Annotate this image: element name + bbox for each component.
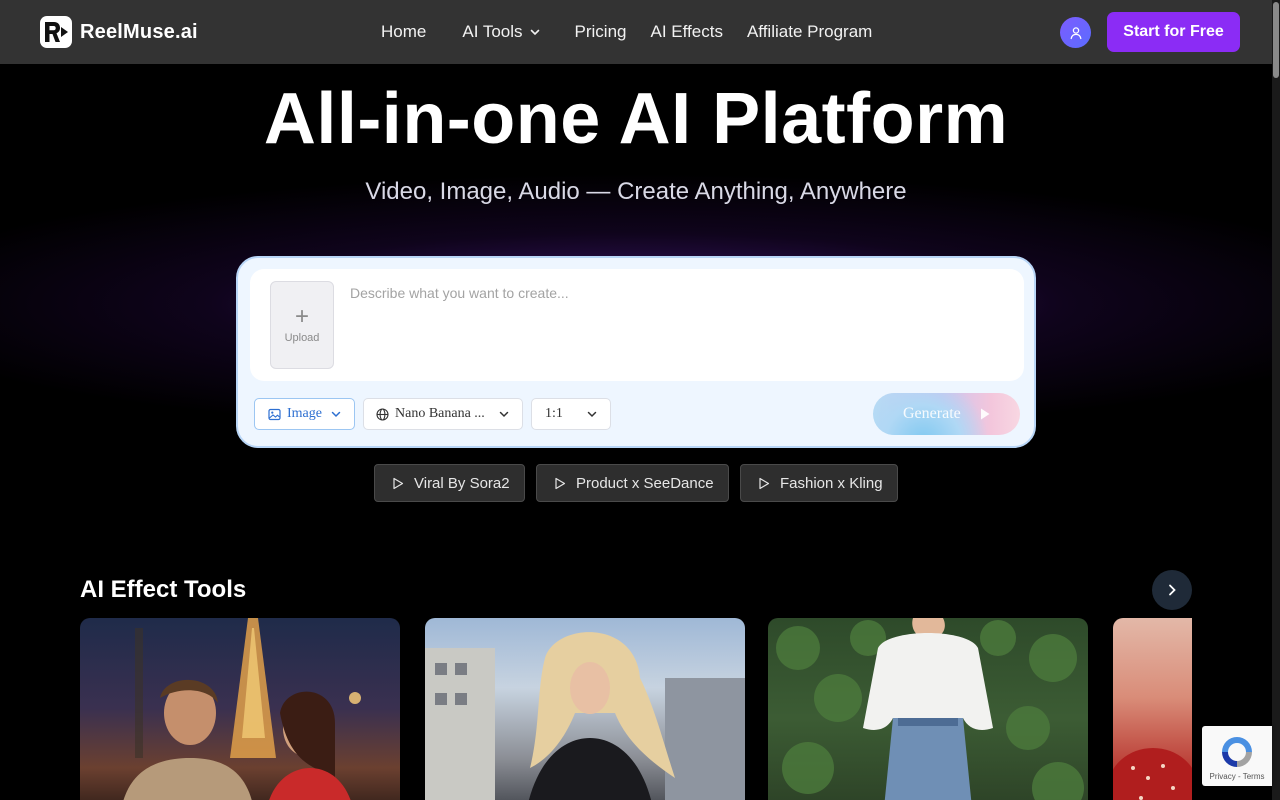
recaptcha-icon: [1222, 737, 1252, 767]
hero-section: All-in-one AI Platform Video, Image, Aud…: [0, 64, 1272, 554]
chevron-right-icon: [1169, 584, 1176, 596]
recaptcha-badge[interactable]: Privacy - Terms: [1202, 726, 1272, 786]
nav-home[interactable]: Home: [381, 22, 426, 42]
nav-affiliate-program[interactable]: Affiliate Program: [747, 22, 872, 42]
prompt-card: + Upload Image Nano Banana ... 1:1 Gener…: [236, 256, 1036, 448]
generate-label: Generate: [903, 405, 961, 422]
nav-ai-tools[interactable]: AI Tools: [462, 22, 540, 42]
play-outline-icon: [555, 477, 566, 489]
aspect-ratio-value: 1:1: [545, 406, 563, 421]
image-icon: [268, 408, 281, 420]
start-for-free-button[interactable]: Start for Free: [1107, 12, 1240, 52]
generate-button[interactable]: Generate: [873, 393, 1020, 435]
chip-label: Fashion x Kling: [780, 474, 883, 492]
effect-card-couple-paris[interactable]: [80, 618, 400, 800]
play-outline-icon: [759, 477, 770, 489]
nav-links: Home AI Tools Pricing AI Effects Affilia…: [381, 0, 872, 64]
effect-card-image: [123, 618, 361, 800]
chevron-down-icon: [499, 411, 509, 418]
media-type-value: Image: [287, 406, 322, 421]
globe-icon: [376, 407, 389, 421]
example-chip-seedance[interactable]: Product x SeeDance: [536, 464, 729, 502]
plus-icon: +: [294, 303, 309, 330]
prompt-input[interactable]: [350, 285, 1010, 365]
effect-card-image: [776, 618, 1084, 800]
scrollbar-thumb[interactable]: [1273, 2, 1279, 78]
play-outline-icon: [393, 477, 404, 489]
model-value: Nano Banana ...: [395, 406, 485, 421]
example-chip-kling[interactable]: Fashion x Kling: [740, 464, 898, 502]
model-select[interactable]: Nano Banana ...: [363, 398, 523, 430]
media-type-select[interactable]: Image: [254, 398, 355, 430]
effect-card-partial[interactable]: [1113, 618, 1192, 800]
chevron-down-icon: [331, 411, 341, 418]
chip-label: Viral By Sora2: [414, 474, 510, 492]
example-chip-sora2[interactable]: Viral By Sora2: [374, 464, 525, 502]
nav-ai-effects[interactable]: AI Effects: [651, 22, 723, 42]
nav-pricing[interactable]: Pricing: [575, 22, 627, 42]
upload-label: Upload: [284, 332, 320, 344]
effects-carousel: [80, 618, 1192, 800]
prompt-box: + Upload: [250, 269, 1024, 381]
logo-icon: [40, 16, 72, 48]
aspect-ratio-select[interactable]: 1:1: [531, 398, 611, 430]
effect-card-fashion-outfit[interactable]: [768, 618, 1088, 800]
chip-label: Product x SeeDance: [576, 474, 714, 492]
upload-button[interactable]: + Upload: [270, 281, 334, 369]
play-icon: [981, 408, 990, 420]
effects-section-title: AI Effect Tools: [80, 576, 247, 603]
effect-card-windblown-portrait[interactable]: [425, 618, 745, 800]
brand-logo[interactable]: ReelMuse.ai: [40, 16, 198, 48]
top-navbar: ReelMuse.ai Home AI Tools Pricing AI Eff…: [0, 0, 1272, 64]
effect-card-image: [1113, 748, 1192, 800]
brand-name: ReelMuse.ai: [80, 20, 198, 43]
hero-title: All-in-one AI Platform: [263, 79, 1009, 159]
recaptcha-links[interactable]: Privacy - Terms: [1202, 772, 1272, 781]
carousel-next-button[interactable]: [1152, 570, 1192, 610]
nav-ai-tools-label: AI Tools: [462, 22, 523, 41]
hero-subtitle: Video, Image, Audio — Create Anything, A…: [365, 178, 907, 205]
chevron-down-icon: [530, 29, 539, 36]
user-icon: [1070, 26, 1081, 39]
user-avatar[interactable]: [1060, 17, 1091, 48]
chevron-down-icon: [587, 411, 597, 418]
page-scrollbar[interactable]: [1272, 0, 1280, 800]
effect-card-image: [425, 632, 745, 800]
